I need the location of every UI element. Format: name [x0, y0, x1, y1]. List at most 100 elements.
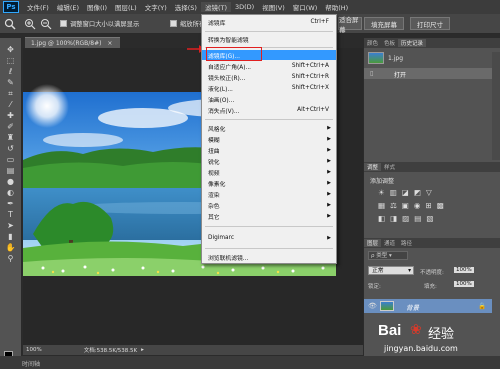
menu-item-adaptive-wide-angle[interactable]: 自适应广角(A)... Shift+Ctrl+A — [202, 61, 336, 71]
menu-layer[interactable]: 图层(L) — [111, 2, 141, 12]
menu-item-video[interactable]: 视频 ▶ — [202, 167, 336, 177]
type-tool-icon[interactable]: T — [4, 209, 18, 220]
add-adjustment-title: 添加调整 — [370, 178, 395, 185]
menu-separator — [205, 248, 333, 249]
menu-window[interactable]: 窗口(W) — [289, 2, 322, 12]
healing-brush-icon[interactable]: ✚ — [4, 110, 18, 121]
document-tab[interactable]: 1.jpg @ 100%(RGB/8#) × — [25, 37, 120, 48]
fill-label: 填充: — [424, 284, 437, 290]
menu-separator — [205, 226, 333, 227]
layer-row-background[interactable]: 👁 背景 🔒 — [364, 299, 492, 313]
menu-help[interactable]: 帮助(H) — [321, 2, 352, 12]
zoom-tool-side-icon[interactable]: ⚲ — [4, 253, 18, 264]
dodge-tool-icon[interactable]: ◐ — [4, 187, 18, 198]
move-tool-icon[interactable]: ✥ — [4, 44, 18, 55]
menu-item-noise[interactable]: 杂色 ▶ — [202, 200, 336, 210]
zoom-in-icon[interactable] — [24, 18, 36, 30]
pen-tool-icon[interactable]: ✒ — [4, 198, 18, 209]
tab-channels[interactable]: 通道 — [381, 239, 398, 247]
tab-history[interactable]: 历史记录 — [398, 39, 427, 47]
menu-item-vanishing-point[interactable]: 消失点(V)... Alt+Ctrl+V — [202, 105, 336, 115]
shape-tool-icon[interactable]: ▮ — [4, 231, 18, 242]
tab-swatches[interactable]: 色板 — [381, 39, 398, 47]
print-size-button[interactable]: 打印尺寸 — [410, 17, 450, 30]
layer-filter-select[interactable]: ρ 类型 ▾ — [368, 251, 408, 260]
brush-tool-icon[interactable]: ✐ — [4, 121, 18, 132]
quick-select-tool-icon[interactable]: ✎ — [4, 77, 18, 88]
menu-select[interactable]: 选择(S) — [171, 2, 201, 12]
watermark-brand: Bai — [378, 322, 402, 339]
layers-panel-header: 图层 通道 路径 — [364, 238, 500, 248]
menu-item-distort[interactable]: 扭曲 ▶ — [202, 145, 336, 155]
menu-item-lens-correction[interactable]: 镜头校正(R)... Shift+Ctrl+R — [202, 72, 336, 82]
adjustment-icons-row-2[interactable]: ▦⚖▣◉⊞▩ — [378, 201, 488, 210]
snapshot-thumbnail — [368, 52, 384, 64]
blur-tool-icon[interactable]: ● — [4, 176, 18, 187]
tab-paths[interactable]: 路径 — [398, 239, 415, 247]
eyedropper-tool-icon[interactable]: ⁄ — [4, 99, 18, 110]
paw-icon: ❀ — [410, 322, 422, 338]
snapshot-label[interactable]: 1.jpg — [388, 55, 403, 62]
timeline-label[interactable]: 时间轴 — [22, 359, 40, 368]
menu-filter[interactable]: 滤镜(T) — [200, 2, 231, 12]
menu-image[interactable]: 图像(I) — [83, 2, 111, 12]
lasso-tool-icon[interactable]: ℓ — [4, 66, 18, 77]
watermark-brand-cn: 经验 — [428, 327, 455, 342]
status-arrow-icon[interactable]: ▸ — [141, 347, 144, 353]
tab-color[interactable]: 颜色 — [364, 39, 381, 47]
menu-3d[interactable]: 3D(D) — [231, 3, 258, 11]
fill-screen-button[interactable]: 填充屏幕 — [364, 17, 404, 30]
watermark-url: jingyan.baidu.com — [384, 344, 458, 353]
adjustment-icons-row-3[interactable]: ◧◨▨▤▧ — [378, 214, 478, 223]
close-tab-icon[interactable]: × — [107, 40, 112, 47]
visibility-eye-icon[interactable]: 👁 — [368, 302, 377, 310]
menu-item-pixelate[interactable]: 像素化 ▶ — [202, 178, 336, 188]
menu-edit[interactable]: 编辑(E) — [53, 2, 83, 12]
eraser-tool-icon[interactable]: ▭ — [4, 154, 18, 165]
hand-tool-icon[interactable]: ✋ — [4, 242, 18, 253]
zoom-out-icon[interactable] — [40, 18, 52, 30]
gradient-tool-icon[interactable]: ▤ — [4, 165, 18, 176]
resize-windows-checkbox[interactable] — [60, 20, 67, 27]
opacity-value[interactable]: 100% — [454, 267, 474, 273]
blend-mode-select[interactable]: 正常 ▾ — [368, 266, 414, 275]
adjustments-panel-header: 调整 样式 — [364, 162, 500, 172]
menu-item-render[interactable]: 渲染 ▶ — [202, 189, 336, 199]
history-scrollbar[interactable] — [492, 52, 500, 160]
menu-view[interactable]: 视图(V) — [258, 2, 289, 12]
baidu-watermark: Bai ❀ 经验 jingyan.baidu.com — [378, 322, 500, 368]
history-state-row[interactable]: ▯ 打开 — [364, 68, 492, 79]
menu-item-blur[interactable]: 模糊 ▶ — [202, 134, 336, 144]
menu-file[interactable]: 文件(F) — [23, 2, 53, 12]
menu-item-oil-paint[interactable]: 油画(O)... — [202, 94, 336, 104]
tab-layers[interactable]: 图层 — [364, 239, 382, 247]
tab-styles[interactable]: 样式 — [381, 163, 398, 171]
menu-item-digimarc[interactable]: Digimarc ▶ — [202, 233, 336, 243]
document-size: 文档:538.5K/538.5K — [83, 348, 138, 354]
opacity-label: 不透明度: — [420, 270, 444, 276]
path-select-icon[interactable]: ➤ — [4, 220, 18, 231]
history-brush-icon[interactable]: ↺ — [4, 143, 18, 154]
menu-item-sharpen[interactable]: 锐化 ▶ — [202, 156, 336, 166]
resize-windows-label: 调整窗口大小以满屏显示 — [70, 21, 140, 28]
crop-tool-icon[interactable]: ⌗ — [4, 88, 18, 99]
menu-item-browse-filters-online[interactable]: 浏览联机滤镜... — [202, 252, 336, 262]
zoom-all-windows-checkbox[interactable] — [170, 20, 177, 27]
marquee-tool-icon[interactable]: ⬚ — [4, 55, 18, 66]
tab-adjustments[interactable]: 调整 — [364, 163, 382, 171]
menu-item-other[interactable]: 其它 ▶ — [202, 211, 336, 221]
fill-value[interactable]: 100% — [454, 281, 474, 287]
menu-item-liquify[interactable]: 液化(L)... Shift+Ctrl+X — [202, 83, 336, 93]
zoom-tool-icon[interactable] — [4, 18, 16, 30]
adjustment-icons-row-1[interactable]: ☀▥◪◩▽ — [378, 188, 478, 197]
fit-screen-button[interactable]: 适合屏幕 — [338, 16, 362, 34]
history-panel-header: 颜色 色板 历史记录 — [364, 38, 500, 48]
zoom-level[interactable]: 100% — [26, 347, 42, 353]
menu-bar: Ps 文件(F) 编辑(E) 图像(I) 图层(L) 文字(Y) 选择(S) 滤… — [0, 0, 500, 14]
clone-stamp-icon[interactable]: ♜ — [4, 132, 18, 143]
menu-item-last-filter[interactable]: 滤镜库 Ctrl+F — [202, 17, 336, 27]
menu-type[interactable]: 文字(Y) — [141, 2, 171, 12]
menu-item-stylize[interactable]: 风格化 ▶ — [202, 123, 336, 133]
menu-separator — [205, 31, 333, 32]
menu-item-convert-smart-filter[interactable]: 转换为智能滤镜 — [202, 34, 336, 44]
